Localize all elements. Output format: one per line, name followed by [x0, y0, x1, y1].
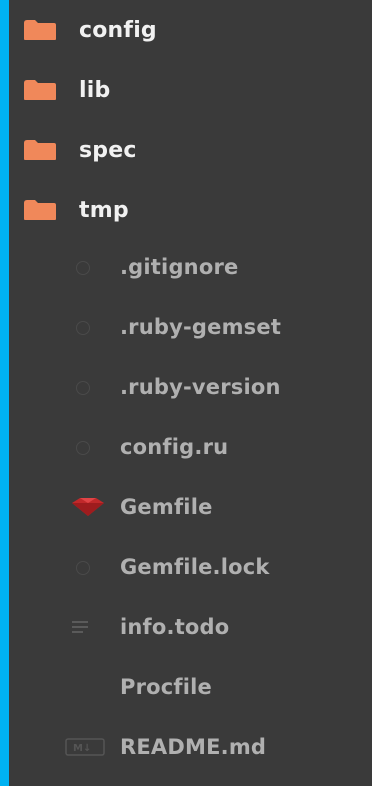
file-label: .ruby-gemset [120, 315, 282, 339]
folder-item-config[interactable]: config [9, 6, 372, 54]
file-label: .gitignore [120, 255, 239, 279]
file-item-ruby-version[interactable]: .ruby-version [9, 363, 372, 411]
ruby-gem-icon [72, 498, 104, 516]
file-item-procfile[interactable]: Procfile [9, 663, 372, 711]
folder-label: spec [79, 137, 137, 163]
file-tree-panel: config lib spec tmp .gitignore .ruby-gem… [9, 0, 372, 786]
folder-item-lib[interactable]: lib [9, 66, 372, 114]
folder-item-tmp[interactable]: tmp [9, 186, 372, 234]
file-label: Gemfile [120, 495, 213, 519]
generic-file-icon [76, 321, 90, 335]
file-item-gitignore[interactable]: .gitignore [9, 243, 372, 291]
folder-label: config [79, 17, 157, 43]
folder-icon [24, 20, 56, 40]
markdown-icon: M↓ [65, 738, 105, 756]
generic-file-icon [76, 441, 90, 455]
file-item-gemfile[interactable]: Gemfile [9, 483, 372, 531]
folder-label: tmp [79, 197, 129, 223]
folder-label: lib [79, 77, 111, 103]
file-label: config.ru [120, 435, 229, 459]
svg-text:M↓: M↓ [73, 743, 91, 754]
file-item-config-ru[interactable]: config.ru [9, 423, 372, 471]
file-label: .ruby-version [120, 375, 281, 399]
file-label: Procfile [120, 675, 212, 699]
generic-file-icon [76, 561, 90, 575]
folder-icon [24, 200, 56, 220]
generic-file-icon [76, 381, 90, 395]
file-item-gemfile-lock[interactable]: Gemfile.lock [9, 543, 372, 591]
folder-icon [24, 140, 56, 160]
file-item-ruby-gemset[interactable]: .ruby-gemset [9, 303, 372, 351]
file-item-readme[interactable]: M↓ README.md [9, 723, 372, 771]
folder-item-spec[interactable]: spec [9, 126, 372, 174]
file-item-info-todo[interactable]: info.todo [9, 603, 372, 651]
file-label: Gemfile.lock [120, 555, 270, 579]
file-label: README.md [120, 735, 267, 759]
generic-file-icon [76, 261, 90, 275]
text-lines-icon [72, 621, 88, 633]
folder-icon [24, 80, 56, 100]
file-label: info.todo [120, 615, 230, 639]
